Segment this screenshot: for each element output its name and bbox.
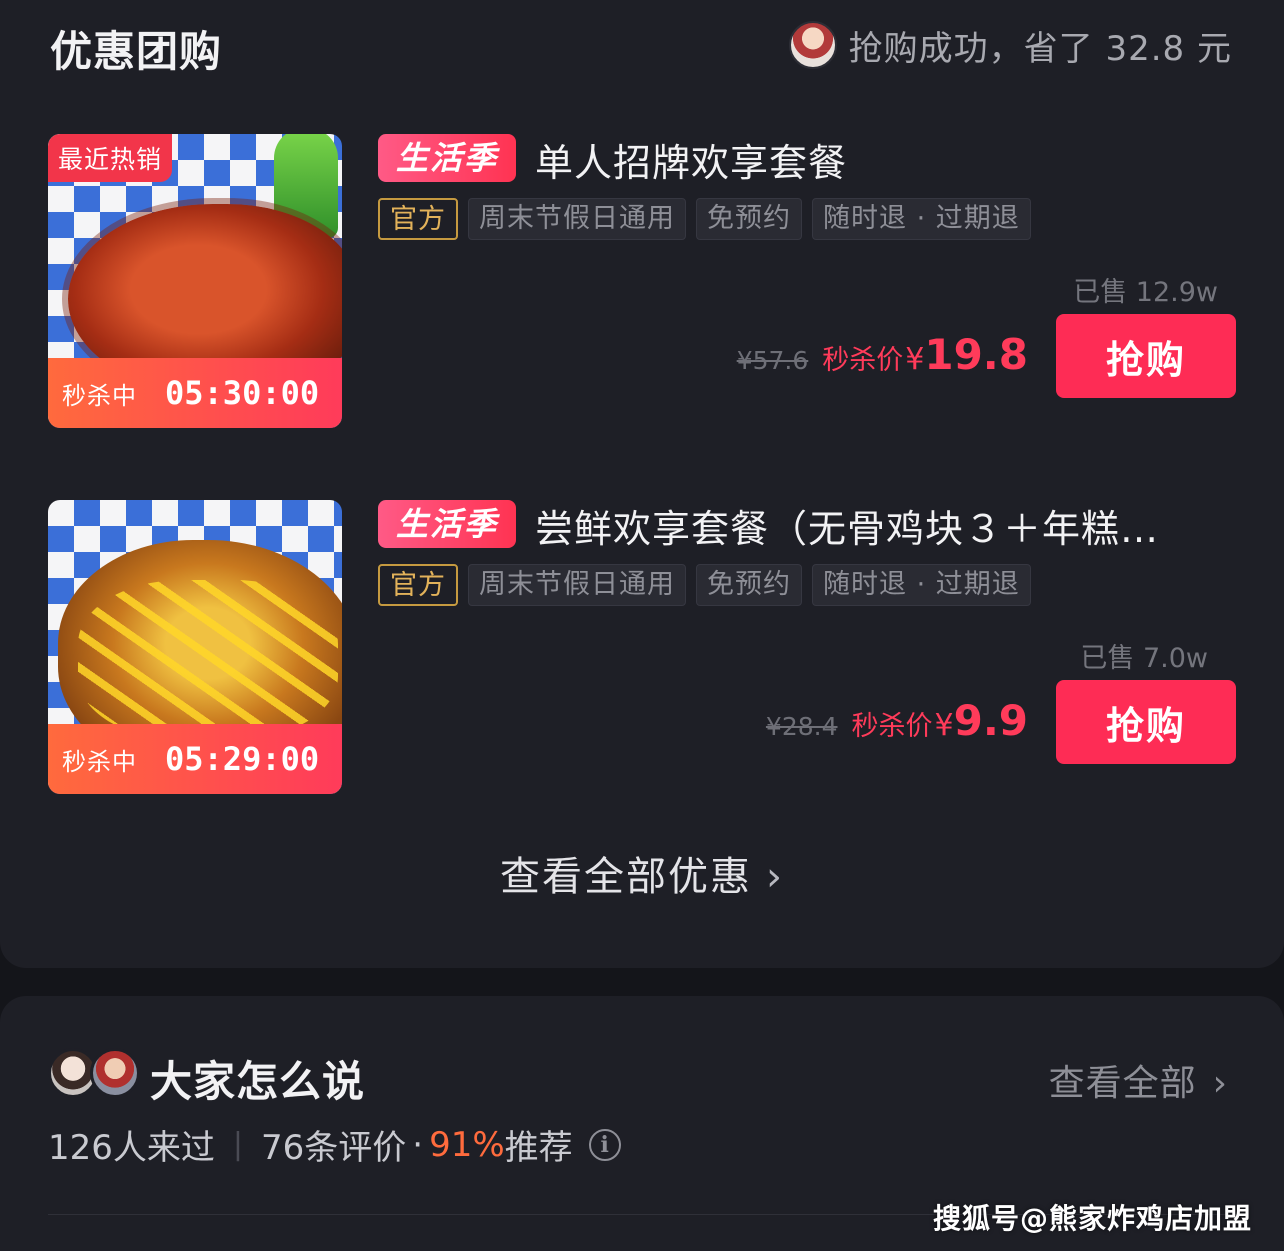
buyer-avatar — [788, 21, 837, 69]
deal-item[interactable]: 最近热销 秒杀中 05:30:00 生活季 单人招牌欢享套餐 官方 周末节假日通… — [0, 134, 1284, 429]
review-count: 76条评价 — [261, 1128, 407, 1168]
deal-title[interactable]: 单人招牌欢享套餐 — [535, 132, 1225, 187]
avatar — [90, 1048, 140, 1098]
chevron-right-icon: › — [1212, 1063, 1228, 1104]
season-tag: 生活季 — [378, 500, 516, 548]
original-price: ¥57.6 — [736, 346, 809, 375]
currency-symbol: ¥ — [905, 342, 925, 377]
weekend-chip: 周末节假日通用 — [468, 564, 686, 606]
recommend-label: 推荐 — [504, 1128, 573, 1168]
official-chip: 官方 — [378, 564, 458, 606]
stats-dot: · — [412, 1124, 424, 1165]
view-all-reviews-label: 查看全部 — [1048, 1063, 1197, 1104]
flash-price-label: 秒杀价 — [851, 711, 933, 742]
deal-thumbnail[interactable]: 秒杀中 05:29:00 — [48, 500, 342, 794]
flash-sale-bar: 秒杀中 05:29:00 — [48, 724, 342, 794]
flash-price: 19.8 — [924, 330, 1028, 379]
reviews-section-title: 大家怎么说 — [150, 1057, 366, 1106]
flash-price: 9.9 — [953, 696, 1028, 745]
flash-price-label: 秒杀价 — [822, 345, 904, 376]
refund-chip: 随时退 · 过期退 — [812, 564, 1031, 606]
purchase-success-text: 抢购成功，省了 32.8 元 — [848, 28, 1232, 69]
deal-thumbnail[interactable]: 最近热销 秒杀中 05:30:00 — [48, 134, 342, 428]
watermark: 搜狐号@熊家炸鸡店加盟 — [932, 1202, 1252, 1235]
weekend-chip: 周末节假日通用 — [468, 198, 686, 240]
no-reservation-chip: 免预约 — [696, 198, 802, 240]
reviewer-avatars — [48, 1048, 144, 1100]
currency-symbol: ¥ — [934, 708, 954, 743]
buy-button[interactable]: 抢购 — [1056, 680, 1236, 764]
review-stats: 126人来过 | 76条评价 · 91% 推荐 i — [48, 1120, 621, 1169]
deal-item[interactable]: 秒杀中 05:29:00 生活季 尝鲜欢享套餐（无骨鸡块３＋年糕… 官方 周末节… — [0, 500, 1284, 795]
visitor-count: 126人来过 — [48, 1128, 215, 1168]
deal-chips: 官方 周末节假日通用 免预约 随时退 · 过期退 — [378, 564, 1031, 606]
recommend-percentage: 91% — [429, 1124, 505, 1165]
price-row: ¥57.6 秒杀价 ¥ 19.8 — [737, 330, 1028, 379]
view-all-deals-link[interactable]: 查看全部优惠 › — [0, 844, 1284, 902]
no-reservation-chip: 免预约 — [696, 564, 802, 606]
refund-chip: 随时退 · 过期退 — [812, 198, 1031, 240]
original-price: ¥28.4 — [765, 712, 838, 741]
season-tag: 生活季 — [378, 134, 516, 182]
info-icon[interactable]: i — [588, 1128, 621, 1161]
countdown-timer: 05:30:00 — [165, 374, 320, 412]
chevron-right-icon: › — [766, 854, 784, 900]
countdown-timer: 05:29:00 — [165, 740, 320, 778]
price-row: ¥28.4 秒杀价 ¥ 9.9 — [766, 696, 1028, 745]
sold-count: 已售 7.0w — [1080, 643, 1208, 674]
cheese-drizzle-image — [78, 580, 338, 740]
deals-card: 优惠团购 抢购成功，省了 32.8 元 最近热销 秒杀中 05:30:00 生活… — [0, 0, 1284, 968]
view-all-reviews-link[interactable]: 查看全部 › — [1049, 1054, 1228, 1106]
buy-button[interactable]: 抢购 — [1056, 314, 1236, 398]
flash-sale-bar: 秒杀中 05:30:00 — [48, 358, 342, 428]
deals-section-title: 优惠团购 — [50, 27, 223, 76]
flash-sale-label: 秒杀中 — [62, 747, 137, 776]
flash-sale-label: 秒杀中 — [62, 381, 137, 410]
view-all-deals-label: 查看全部优惠 — [500, 854, 752, 900]
stats-divider: | — [232, 1127, 244, 1162]
official-chip: 官方 — [378, 198, 458, 240]
deal-title[interactable]: 尝鲜欢享套餐（无骨鸡块３＋年糕… — [535, 498, 1225, 553]
sold-count: 已售 12.9w — [1073, 277, 1218, 308]
deal-chips: 官方 周末节假日通用 免预约 随时退 · 过期退 — [378, 198, 1031, 240]
hot-seller-badge: 最近热销 — [48, 134, 173, 182]
purchase-success-notice: 抢购成功，省了 32.8 元 — [788, 20, 1232, 70]
